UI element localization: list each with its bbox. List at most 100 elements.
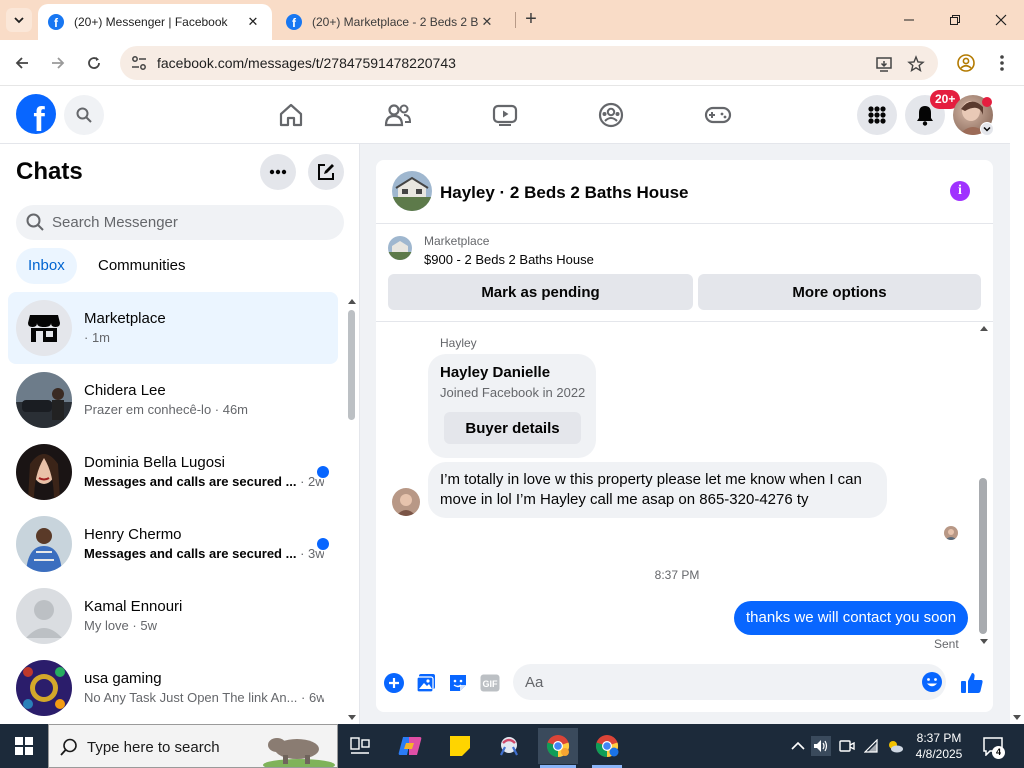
tab-inbox[interactable]: Inbox bbox=[16, 248, 77, 284]
tray-overflow-chevron-icon[interactable] bbox=[788, 736, 808, 756]
close-icon bbox=[995, 14, 1007, 26]
bell-icon bbox=[917, 106, 933, 126]
search-icon bbox=[60, 738, 77, 756]
scroll-down-arrow-icon[interactable] bbox=[1012, 714, 1022, 722]
search-icon bbox=[26, 213, 44, 231]
chat-item-dominia-bella-lugosi[interactable]: Dominia Bella Lugosi Messages and calls … bbox=[8, 436, 338, 508]
new-message-button[interactable] bbox=[308, 154, 344, 190]
tab-search-button[interactable] bbox=[6, 8, 32, 32]
chrome-icon[interactable] bbox=[538, 728, 578, 764]
gaming-icon[interactable] bbox=[703, 100, 733, 130]
sticker-icon[interactable] bbox=[447, 672, 469, 694]
reload-button[interactable] bbox=[82, 51, 106, 75]
account-menu-chevron[interactable] bbox=[980, 122, 994, 136]
incoming-message[interactable]: I’m totally in love w this property plea… bbox=[428, 462, 887, 518]
menu-grid-button[interactable] bbox=[857, 95, 897, 135]
tab-messenger[interactable]: f (20+) Messenger | Facebook ✕ bbox=[38, 4, 272, 40]
listing-avatar[interactable] bbox=[392, 171, 432, 211]
search-icon bbox=[76, 107, 92, 123]
chat-list-scrollbar[interactable] bbox=[348, 310, 355, 420]
marketplace-listing-banner: Marketplace $900 - 2 Beds 2 Baths House … bbox=[376, 224, 993, 322]
chat-preview: · 1m bbox=[84, 330, 110, 345]
friends-icon[interactable] bbox=[383, 100, 413, 130]
task-view-icon[interactable] bbox=[340, 728, 380, 764]
thumbs-up-icon[interactable] bbox=[960, 671, 984, 695]
info-icon[interactable]: i bbox=[950, 181, 970, 201]
scroll-down-arrow-icon[interactable] bbox=[347, 714, 357, 722]
buyer-joined: Joined Facebook in 2022 bbox=[440, 385, 586, 400]
chats-options-button[interactable] bbox=[260, 154, 296, 190]
browser-menu-button[interactable] bbox=[990, 51, 1014, 75]
outgoing-message[interactable]: thanks we will contact you soon bbox=[734, 601, 969, 635]
conversation-scrollbar[interactable] bbox=[979, 478, 987, 634]
groups-icon[interactable] bbox=[596, 100, 626, 130]
emoji-icon[interactable] bbox=[921, 671, 943, 693]
new-tab-button[interactable]: + bbox=[520, 9, 542, 31]
restore-button[interactable] bbox=[932, 0, 978, 40]
buyer-details-button[interactable]: Buyer details bbox=[444, 412, 581, 444]
chat-name: Chidera Lee bbox=[84, 382, 166, 399]
facebook-search-button[interactable] bbox=[64, 95, 104, 135]
back-button[interactable] bbox=[10, 51, 34, 75]
chat-item-kamal-ennouri[interactable]: Kamal Ennouri My love · 5w bbox=[8, 580, 338, 652]
more-options-button[interactable]: More options bbox=[698, 274, 981, 310]
forward-button[interactable] bbox=[46, 51, 70, 75]
listing-price-title[interactable]: $900 - 2 Beds 2 Baths House bbox=[424, 252, 594, 267]
chat-preview: Messages and calls are secured ... · 3w bbox=[84, 546, 324, 561]
tab-divider bbox=[515, 12, 516, 28]
message-input-box[interactable] bbox=[513, 664, 946, 700]
tab-communities[interactable]: Communities bbox=[86, 248, 198, 284]
avatar bbox=[16, 444, 72, 500]
start-button[interactable] bbox=[0, 724, 48, 768]
meet-now-icon[interactable] bbox=[837, 736, 857, 756]
scroll-up-arrow-icon[interactable] bbox=[347, 297, 357, 305]
mark-as-pending-button[interactable]: Mark as pending bbox=[388, 274, 693, 310]
chat-item-chidera-lee[interactable]: Chidera Lee Prazer em conhecê-lo · 46m bbox=[8, 364, 338, 436]
home-icon[interactable] bbox=[276, 100, 306, 130]
photo-icon[interactable] bbox=[415, 672, 437, 694]
network-icon[interactable] bbox=[862, 736, 882, 756]
sender-avatar[interactable] bbox=[392, 488, 420, 516]
listing-thumbnail[interactable] bbox=[388, 236, 412, 260]
message-timestamp: 8:37 PM bbox=[654, 568, 700, 582]
chat-item-usa-gaming[interactable]: usa gaming No Any Task Just Open The lin… bbox=[8, 652, 338, 724]
chat-preview: Prazer em conhecê-lo · 46m bbox=[84, 402, 249, 417]
sticky-notes-icon[interactable] bbox=[440, 728, 480, 764]
buyer-profile-card: Hayley Danielle Joined Facebook in 2022 … bbox=[428, 354, 596, 458]
gif-icon[interactable]: GIF bbox=[479, 672, 501, 694]
volume-icon[interactable] bbox=[811, 736, 831, 756]
watch-icon[interactable] bbox=[490, 100, 520, 130]
address-bar[interactable]: facebook.com/messages/t/2784759147822074… bbox=[120, 46, 938, 80]
message-input[interactable] bbox=[525, 664, 915, 700]
messenger-search-input[interactable] bbox=[52, 205, 332, 240]
close-window-button[interactable] bbox=[978, 0, 1024, 40]
taskbar-search[interactable]: Type here to search bbox=[48, 724, 338, 768]
bookmark-star-icon[interactable] bbox=[906, 54, 926, 74]
conversation-title[interactable]: Hayley · 2 Beds 2 Baths House bbox=[440, 183, 688, 203]
chrome-profile-icon[interactable] bbox=[587, 728, 627, 764]
copilot-icon[interactable] bbox=[390, 728, 430, 764]
scroll-up-arrow-icon[interactable] bbox=[979, 324, 989, 332]
taskbar-clock[interactable]: 8:37 PM 4/8/2025 bbox=[900, 730, 978, 762]
profile-button[interactable] bbox=[954, 51, 978, 75]
tab-marketplace[interactable]: f (20+) Marketplace - 2 Beds 2 Ba ✕ bbox=[276, 4, 506, 40]
facebook-logo[interactable]: f bbox=[16, 94, 56, 134]
arrow-right-icon bbox=[52, 57, 65, 69]
snipping-tool-icon[interactable] bbox=[489, 728, 529, 764]
chat-preview: No Any Task Just Open The link An... · 6… bbox=[84, 690, 324, 705]
facebook-top-nav: f 20+ bbox=[0, 86, 1010, 144]
plus-circle-icon[interactable] bbox=[383, 672, 405, 694]
default-avatar-icon bbox=[16, 588, 72, 644]
chat-item-henry-chermo[interactable]: Henry Chermo Messages and calls are secu… bbox=[8, 508, 338, 580]
close-tab-icon[interactable]: ✕ bbox=[478, 13, 496, 31]
page-scrollbar[interactable] bbox=[1010, 86, 1024, 724]
scroll-down-arrow-icon[interactable] bbox=[979, 638, 989, 646]
site-settings-icon[interactable] bbox=[130, 54, 148, 72]
marketplace-store-icon bbox=[16, 300, 72, 356]
close-tab-icon[interactable]: ✕ bbox=[244, 13, 262, 31]
chat-item-marketplace[interactable]: Marketplace · 1m bbox=[8, 292, 338, 364]
search-highlight-image bbox=[263, 738, 335, 767]
messenger-search[interactable] bbox=[16, 205, 344, 240]
install-app-icon[interactable] bbox=[874, 54, 894, 74]
minimize-button[interactable] bbox=[886, 0, 932, 40]
